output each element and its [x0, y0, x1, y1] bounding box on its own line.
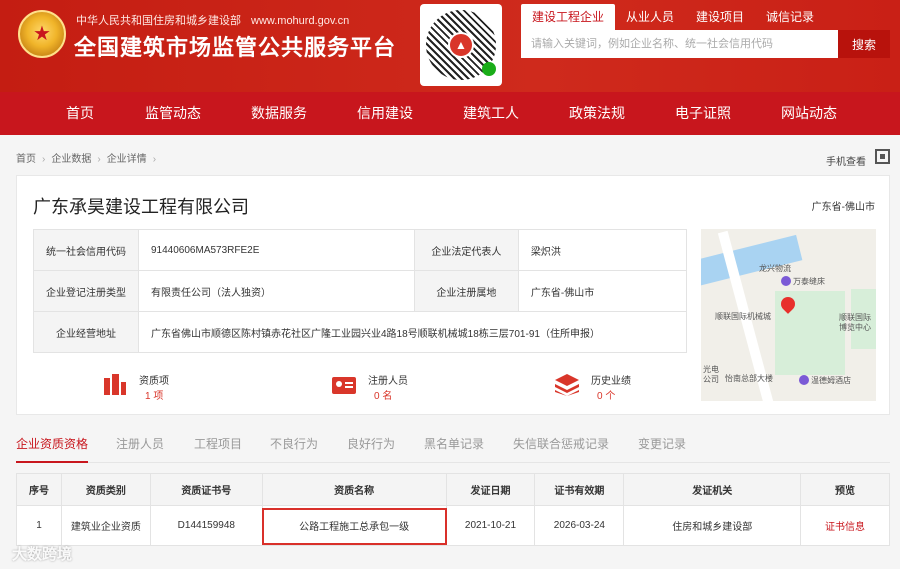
phone-view-link[interactable]: 手机查看 — [826, 153, 866, 168]
location-map[interactable]: 龙兴物流 万泰缝床 顺联国际机械城 顺联国际博览中心 怡南总部大楼 温德姆酒店 … — [701, 229, 876, 401]
tab-qualifications[interactable]: 企业资质资格 — [16, 435, 89, 463]
tab-good-behavior[interactable]: 良好行为 — [347, 435, 395, 463]
tab-bad-behavior[interactable]: 不良行为 — [270, 435, 318, 463]
chevron-right-icon: › — [152, 154, 157, 165]
detail-tabs: 企业资质资格 注册人员 工程项目 不良行为 良好行为 黑名单记录 失信联合惩戒记… — [16, 435, 890, 463]
qr-pattern — [426, 10, 496, 80]
id-card-icon — [332, 377, 356, 394]
qr-logo-icon — [448, 32, 474, 58]
nav-credit[interactable]: 信用建设 — [332, 92, 438, 135]
map-label: 龙兴物流 — [759, 264, 791, 273]
stat-value[interactable]: 0 名 — [374, 387, 392, 402]
map-label: 怡南总部大楼 — [725, 374, 773, 383]
breadcrumb: 首页 › 企业数据 › 企业详情 › — [16, 150, 162, 165]
nav-workers[interactable]: 建筑工人 — [438, 92, 544, 135]
stat-label: 资质项 — [139, 376, 169, 387]
map-label: 万泰缝床 — [793, 277, 825, 286]
legal-rep-value: 梁炽洪 — [517, 229, 688, 271]
nav-home[interactable]: 首页 — [40, 92, 120, 135]
company-card: 广东承昊建设工程有限公司 广东省-佛山市 统一社会信用代码 91440606MA… — [16, 175, 890, 415]
company-name: 广东承昊建设工程有限公司 — [33, 197, 249, 217]
tab-change-records[interactable]: 变更记录 — [638, 435, 686, 463]
stat-label: 历史业绩 — [591, 376, 631, 387]
breadcrumb-detail: 企业详情 — [106, 154, 147, 165]
company-region: 广东省-佛山市 — [811, 202, 875, 213]
search-tabs: 建设工程企业 从业人员 建设项目 诚信记录 — [521, 4, 825, 30]
wechat-badge-icon — [482, 62, 496, 76]
stat-label: 注册人员 — [368, 376, 408, 387]
tab-blacklist[interactable]: 黑名单记录 — [424, 435, 484, 463]
stat-value[interactable]: 1 项 — [145, 387, 163, 402]
search-input[interactable] — [521, 30, 838, 58]
stat-value[interactable]: 0 个 — [597, 387, 615, 402]
search-button[interactable]: 搜索 — [838, 30, 890, 58]
qualification-table: 序号 资质类别 资质证书号 资质名称 发证日期 证书有效期 发证机关 预览 1 … — [16, 473, 890, 546]
qr-code — [420, 4, 502, 86]
site-title[interactable]: 全国建筑市场监管公共服务平台 — [74, 30, 396, 62]
column-header: 序号 — [16, 473, 62, 506]
reg-place-value: 广东省-佛山市 — [517, 270, 688, 312]
breadcrumb-home[interactable]: 首页 — [16, 154, 36, 165]
certificate-info-link[interactable]: 证书信息 — [800, 505, 890, 546]
qr-code-icon[interactable] — [875, 149, 890, 164]
poi-icon — [781, 276, 791, 286]
layers-icon — [555, 374, 579, 396]
nav-supervision[interactable]: 监管动态 — [120, 92, 226, 135]
map-label: 温德姆酒店 — [811, 376, 851, 385]
column-header: 发证机关 — [623, 473, 802, 506]
national-emblem-icon — [18, 10, 66, 58]
tab-projects[interactable]: 工程项目 — [194, 435, 242, 463]
site-header: 中华人民共和国住房和城乡建设部 www.mohurd.gov.cn 全国建筑市场监… — [0, 0, 900, 92]
highlight-box — [262, 508, 447, 545]
nav-policies[interactable]: 政策法规 — [544, 92, 650, 135]
chevron-right-icon: › — [42, 154, 46, 165]
search-tab-enterprise[interactable]: 建设工程企业 — [521, 4, 616, 30]
table-row: 1 建筑业企业资质 D144159948 公路工程施工总承包一级 2021-10… — [16, 505, 890, 546]
ministry-subtitle: 中华人民共和国住房和城乡建设部 www.mohurd.gov.cn — [76, 12, 349, 28]
ministry-name: 中华人民共和国住房和城乡建设部 — [76, 15, 241, 27]
nav-e-license[interactable]: 电子证照 — [650, 92, 756, 135]
cell-index: 1 — [16, 505, 62, 546]
column-header: 资质类别 — [60, 473, 151, 506]
cell-issuer: 住房和城乡建设部 — [623, 505, 802, 546]
column-header: 资质名称 — [261, 473, 447, 506]
credit-code-value: 91440606MA573RFE2E — [138, 229, 415, 271]
poi-icon — [799, 375, 809, 385]
address-value: 广东省佛山市顺德区陈村镇赤花社区广隆工业园兴业4路18号顺联机械城18栋三层70… — [138, 311, 687, 353]
company-stats: 资质项 1 项 注册人员 0 名 历史业绩 0 个 — [103, 372, 663, 402]
search-tab-credit[interactable]: 诚信记录 — [755, 4, 825, 30]
address-label: 企业经营地址 — [33, 311, 139, 353]
column-header: 资质证书号 — [149, 473, 263, 506]
credit-code-label: 统一社会信用代码 — [33, 229, 139, 271]
search-tab-projects[interactable]: 建设项目 — [685, 4, 755, 30]
main-nav: 首页 监管动态 数据服务 信用建设 建筑工人 政策法规 电子证照 网站动态 — [0, 92, 900, 135]
building-icon — [104, 374, 126, 395]
cell-issue-date: 2021-10-21 — [445, 505, 536, 546]
search-tab-personnel[interactable]: 从业人员 — [615, 4, 685, 30]
ministry-url[interactable]: www.mohurd.gov.cn — [251, 15, 349, 27]
legal-rep-label: 企业法定代表人 — [413, 229, 519, 271]
chevron-right-icon: › — [97, 154, 101, 165]
company-info-table: 统一社会信用代码 91440606MA573RFE2E 企业法定代表人 梁炽洪 … — [33, 229, 688, 353]
column-header: 发证日期 — [445, 473, 536, 506]
watermark: 大数跨境 — [12, 546, 73, 563]
reg-type-value: 有限责任公司（法人独资） — [138, 270, 415, 312]
reg-type-label: 企业登记注册类型 — [33, 270, 139, 312]
breadcrumb-enterprise-data[interactable]: 企业数据 — [51, 154, 91, 165]
tab-joint-punishment[interactable]: 失信联合惩戒记录 — [513, 435, 609, 463]
cell-category: 建筑业企业资质 — [60, 505, 151, 546]
map-label: 顺联国际机械城 — [715, 312, 771, 321]
nav-site-news[interactable]: 网站动态 — [756, 92, 862, 135]
cell-expiry-date: 2026-03-24 — [534, 505, 625, 546]
map-label: 光电公司 — [703, 365, 719, 384]
cell-cert-number: D144159948 — [149, 505, 263, 546]
reg-place-label: 企业注册属地 — [413, 270, 519, 312]
map-label: 顺联国际博览中心 — [839, 313, 871, 332]
table-header-row: 序号 资质类别 资质证书号 资质名称 发证日期 证书有效期 发证机关 预览 — [16, 473, 890, 506]
nav-data-services[interactable]: 数据服务 — [226, 92, 332, 135]
tab-registered-staff[interactable]: 注册人员 — [116, 435, 164, 463]
column-header: 预览 — [800, 473, 890, 506]
column-header: 证书有效期 — [534, 473, 625, 506]
